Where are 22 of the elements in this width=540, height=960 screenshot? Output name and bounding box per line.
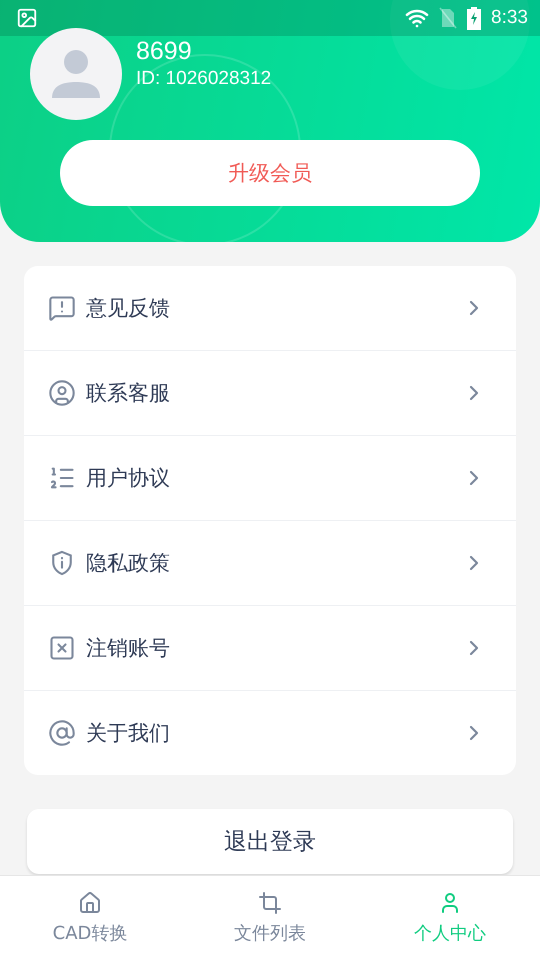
user-name: 8699: [136, 36, 193, 66]
menu-item[interactable]: 意见反馈: [24, 266, 516, 350]
menu-item[interactable]: 隐私政策: [24, 520, 516, 605]
no-sim-icon: [439, 7, 458, 29]
nav-tab[interactable]: 文件列表: [180, 876, 360, 960]
menu-item[interactable]: 用户协议: [24, 435, 516, 520]
user-silhouette-icon: [50, 50, 102, 98]
image-icon: [16, 7, 38, 29]
logout-button[interactable]: 退出登录: [27, 809, 513, 874]
battery-charging-icon: [467, 6, 482, 30]
at-sign-icon: [48, 719, 76, 747]
home-icon: [78, 891, 102, 915]
feedback-icon: [48, 294, 76, 322]
nav-tab[interactable]: CAD转换: [0, 876, 180, 960]
menu-item[interactable]: 注销账号: [24, 605, 516, 690]
user-circle-icon: [48, 379, 76, 407]
menu-item[interactable]: 关于我们: [24, 690, 516, 775]
crop-icon: [258, 891, 282, 915]
user-id: ID: 1026028312: [136, 68, 272, 90]
menu-item[interactable]: 联系客服: [24, 350, 516, 435]
status-time: 8:33: [491, 7, 528, 29]
close-box-icon: [48, 634, 76, 662]
